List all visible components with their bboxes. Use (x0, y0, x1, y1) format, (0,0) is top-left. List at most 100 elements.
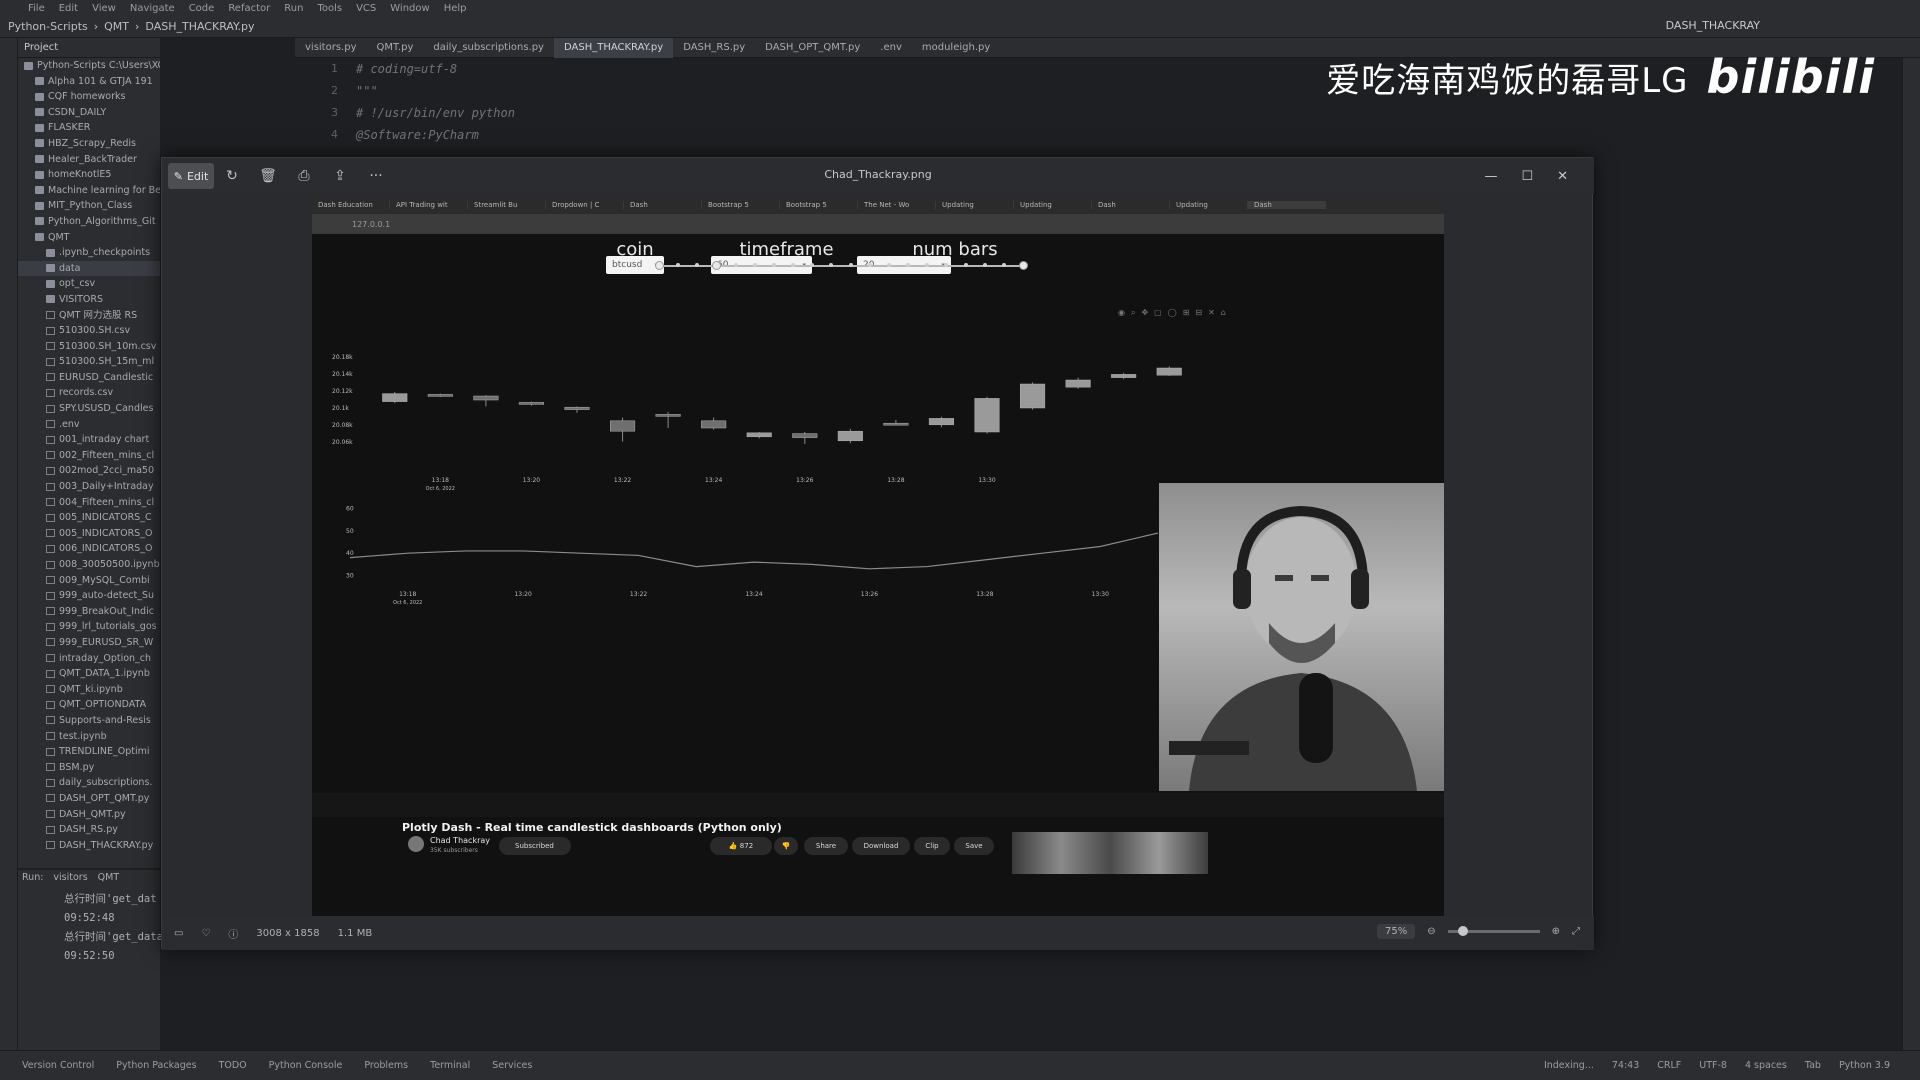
share-button[interactable]: Share (804, 837, 848, 855)
statusbar-tool[interactable]: Terminal (430, 1060, 470, 1071)
zoom-value[interactable]: 75% (1376, 924, 1416, 939)
zoom-slider[interactable] (1447, 926, 1540, 936)
tree-file[interactable]: BSM.py (18, 760, 160, 776)
fullscreen-icon[interactable]: ⤢ (1572, 926, 1580, 937)
menu-item[interactable]: File (28, 3, 45, 14)
menu-item[interactable]: Window (390, 3, 429, 14)
slider-handle[interactable] (1018, 261, 1028, 270)
tree-file[interactable]: DASH_RS.py (18, 822, 160, 838)
browser-tab[interactable]: Dash Education (312, 201, 390, 209)
run-tab[interactable]: QMT (98, 872, 119, 883)
tree-file[interactable]: QMT 网力选股 RS (18, 308, 160, 324)
tree-file[interactable]: TRENDLINE_Optimi (18, 744, 160, 760)
tree-file[interactable]: .env (18, 417, 160, 433)
favorite-icon[interactable]: ♡ (201, 928, 210, 939)
tree-folder[interactable]: MIT_Python_Class (18, 198, 160, 214)
candlestick-chart[interactable]: 20.18k 20.14k 20.12k 20.1k 20.08k 20.06k 13:18… (312, 326, 1252, 496)
tree-folder[interactable]: .ipynb_checkpoints (18, 245, 160, 261)
tree-folder[interactable]: Alpha 101 & GTJA 191 (18, 74, 160, 90)
tree-folder[interactable]: Healer_BackTrader (18, 152, 160, 168)
camera-icon[interactable]: ◉ (1118, 308, 1131, 317)
statusbar-tool[interactable]: TODO (219, 1060, 247, 1071)
project-panel-header[interactable]: Project (18, 38, 160, 58)
tree-file[interactable]: 005_INDICATORS_O (18, 526, 160, 542)
tree-folder[interactable]: HBZ_Scrapy_Redis (18, 136, 160, 152)
delete-icon[interactable]: 🗑 (250, 168, 286, 184)
menu-item[interactable]: Run (284, 3, 303, 14)
tree-file[interactable]: 003_Daily+Intraday (18, 479, 160, 495)
tree-file[interactable]: 004_Fifteen_mins_cl (18, 495, 160, 511)
zoom-out-icon[interactable]: ⊖ (1427, 926, 1435, 937)
editor-tab[interactable]: DASH_RS.py (673, 38, 755, 58)
browser-tab[interactable]: Bootstrap 5 (780, 201, 858, 209)
ad-thumbnail[interactable] (1012, 832, 1208, 874)
statusbar-tool[interactable]: Version Control (22, 1060, 94, 1071)
tree-file[interactable]: 008_30050500.ipynb (18, 557, 160, 573)
run-tab[interactable]: visitors (53, 872, 87, 883)
share-icon[interactable]: ⇪ (322, 168, 358, 184)
statusbar-info[interactable]: Indexing... (1544, 1060, 1594, 1071)
editor-tab[interactable]: daily_subscriptions.py (423, 38, 554, 58)
run-tab[interactable]: Run: (22, 872, 43, 883)
tree-file[interactable]: EURUSD_Candlestic (18, 370, 160, 386)
tree-file[interactable]: daily_subscriptions. (18, 775, 160, 791)
tree-folder[interactable]: FLASKER (18, 120, 160, 136)
dislike-button[interactable]: 👎 (774, 837, 798, 855)
select-icon[interactable]: ▢ (1154, 308, 1168, 317)
browser-tab[interactable]: Streamlit Bu (468, 201, 546, 209)
tree-file[interactable]: QMT_ki.ipynb (18, 682, 160, 698)
slider-handle[interactable] (711, 261, 721, 270)
zoom-out-icon[interactable]: ⊟ (1195, 308, 1208, 317)
menu-item[interactable]: Edit (59, 3, 78, 14)
tree-folder[interactable]: CQF homeworks (18, 89, 160, 105)
indicator-line-chart[interactable]: 60 50 40 30 13:18 13:20 13:22 13:24 13:26 13:28 13… (312, 496, 1162, 626)
tree-file[interactable]: QMT_DATA_1.ipynb (18, 666, 160, 682)
tree-file[interactable]: 005_INDICATORS_C (18, 510, 160, 526)
tree-file[interactable]: DASH_OPT_QMT.py (18, 791, 160, 807)
like-button[interactable]: 👍 872 (710, 837, 772, 855)
print-icon[interactable]: ⎙ (286, 168, 322, 184)
zoom-in-icon[interactable]: ⊞ (1183, 308, 1196, 317)
tree-folder[interactable]: data (18, 260, 160, 277)
tree-file[interactable]: 999_auto-detect_Su (18, 588, 160, 604)
autoscale-icon[interactable]: ✕ (1208, 308, 1221, 317)
save-button[interactable]: Save (954, 837, 994, 855)
editor-tab[interactable]: QMT.py (367, 38, 424, 58)
tree-folder[interactable]: opt_csv (18, 276, 160, 292)
browser-tab[interactable]: The Net - Wo (858, 201, 936, 209)
browser-tab[interactable]: API Trading wit (390, 201, 468, 209)
minimize-icon[interactable]: — (1484, 169, 1497, 184)
menu-item[interactable]: Refactor (228, 3, 270, 14)
tree-file[interactable]: SPY.USUSD_Candles (18, 401, 160, 417)
lasso-icon[interactable]: ◯ (1168, 308, 1183, 317)
download-button[interactable]: Download (852, 837, 910, 855)
channel-name[interactable]: Chad Thackray (430, 836, 490, 845)
slider-handle[interactable] (654, 261, 664, 270)
tree-file[interactable]: 999_BreakOut_Indic (18, 604, 160, 620)
edit-button[interactable]: ✎ Edit (168, 163, 214, 189)
tree-file[interactable]: 999_lrl_tutorials_gos (18, 619, 160, 635)
info-icon[interactable]: ⓘ (228, 926, 238, 941)
editor-tab[interactable]: moduleigh.py (912, 38, 1000, 58)
statusbar-tool[interactable]: Services (492, 1060, 532, 1071)
menu-item[interactable]: VCS (356, 3, 376, 14)
run-configuration-select[interactable]: DASH_THACKRAY (1666, 19, 1760, 32)
tree-folder[interactable]: Python-Scripts C:\Users\XCGM\Documents\P… (18, 58, 160, 74)
tree-folder[interactable]: VISITORS (18, 292, 160, 308)
tree-file[interactable]: 001_intraday chart (18, 432, 160, 448)
statusbar-info[interactable]: 4 spaces (1745, 1060, 1787, 1071)
tree-file[interactable]: 510300.SH.csv (18, 323, 160, 339)
tree-file[interactable]: 510300.SH_10m.csv (18, 339, 160, 355)
tree-file[interactable]: QMT_OPTIONDATA (18, 697, 160, 713)
editor-tab[interactable]: .env (870, 38, 912, 58)
zoom-icon[interactable]: ⌕ (1131, 308, 1141, 317)
reset-axes-icon[interactable]: ⌂ (1221, 308, 1232, 317)
statusbar-tool[interactable]: Python Console (269, 1060, 343, 1071)
editor-tab[interactable]: DASH_OPT_QMT.py (755, 38, 870, 58)
tree-file[interactable]: test.ipynb (18, 729, 160, 745)
statusbar-tool[interactable]: Problems (364, 1060, 408, 1071)
video-player-controls[interactable] (312, 793, 1444, 817)
browser-address-bar[interactable]: 127.0.0.1 (312, 214, 1444, 234)
tree-file[interactable]: 002mod_2cci_ma50 (18, 463, 160, 479)
statusbar-tool[interactable]: Python Packages (116, 1060, 196, 1071)
